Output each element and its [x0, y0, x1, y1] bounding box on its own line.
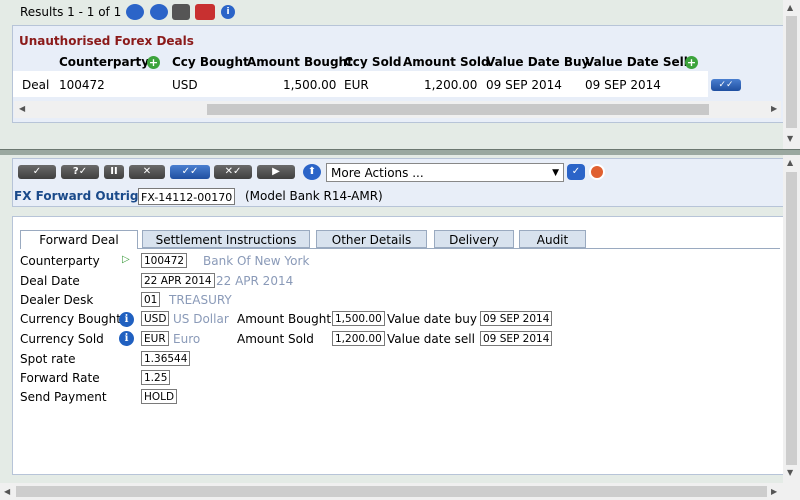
cell-counterparty: 100472	[59, 78, 105, 92]
deal-date-field[interactable]: 22 APR 2014	[141, 273, 215, 288]
scrollbar-thumb[interactable]	[207, 104, 709, 115]
record-id-field[interactable]: FX-14112-00170	[138, 188, 236, 205]
label-spot-rate: Spot rate	[20, 352, 76, 366]
tab-audit[interactable]: Audit	[519, 230, 586, 248]
more-actions-select[interactable]: More Actions ... ▼	[326, 163, 564, 182]
chevron-down-icon: ▼	[552, 168, 559, 178]
validate-button[interactable]: ?✓	[61, 165, 99, 179]
col-header-ccy-bought[interactable]: Ccy Bought	[172, 55, 249, 69]
add-icon[interactable]: +	[147, 56, 160, 69]
label-value-date-buy: Value date buy	[387, 312, 477, 326]
counterparty-field[interactable]: 100472	[141, 253, 188, 268]
scroll-left-icon[interactable]: ◀	[19, 104, 25, 113]
dealer-desk-name: TREASURY	[169, 293, 232, 307]
scroll-left-icon[interactable]: ◀	[4, 487, 10, 496]
scroll-right-icon[interactable]: ▶	[771, 487, 777, 496]
scroll-up-icon[interactable]: ▲	[787, 3, 793, 12]
col-header-ccy-sold[interactable]: Ccy Sold	[344, 55, 402, 69]
spot-rate-field[interactable]: 1.36544	[141, 351, 191, 366]
help-lifebuoy-icon[interactable]	[589, 164, 605, 180]
currency-bought-name: US Dollar	[173, 312, 229, 326]
tab-forward-deal[interactable]: Forward Deal	[20, 230, 138, 249]
cell-ccy-sold: EUR	[344, 78, 369, 92]
scrollbar-thumb[interactable]	[786, 16, 797, 128]
scroll-right-icon[interactable]: ▶	[771, 104, 777, 113]
horizontal-scrollbar[interactable]: ◀ ▶	[14, 101, 781, 118]
label-amount-bought: Amount Bought	[237, 312, 332, 326]
results-count: Results 1 - 1 of 1	[20, 5, 122, 19]
upload-icon[interactable]: ⬆	[303, 164, 321, 180]
info-icon[interactable]: i	[119, 331, 134, 346]
cell-amount-sold: 1,200.00	[424, 78, 478, 92]
col-header-counterparty[interactable]: Counterparty	[59, 55, 149, 69]
commit-button[interactable]: ✓	[18, 165, 56, 179]
col-header-amount-bought[interactable]: Amount Bought	[247, 55, 353, 69]
next-icon[interactable]	[172, 4, 190, 20]
deal-date-enrichment: 22 APR 2014	[216, 274, 294, 288]
more-actions-label: More Actions ...	[331, 166, 424, 180]
scrollbar-thumb[interactable]	[16, 486, 767, 497]
label-currency-sold: Currency Sold	[20, 332, 104, 346]
value-date-buy-field[interactable]: 09 SEP 2014	[480, 311, 553, 326]
cell-ccy-bought: USD	[172, 78, 198, 92]
label-value-date-sell: Value date sell	[387, 332, 475, 346]
toolbox-icon[interactable]	[195, 4, 215, 20]
cell-value-date-buy: 09 SEP 2014	[486, 78, 562, 92]
form-title: FX Forward Outright	[14, 189, 153, 203]
dealer-desk-field[interactable]: 01	[141, 292, 161, 307]
tab-settlement-instructions[interactable]: Settlement Instructions	[142, 230, 310, 248]
unauthorised-deals-panel: Unauthorised Forex Deals Counterparty + …	[12, 25, 784, 123]
value-date-sell-field[interactable]: 09 SEP 2014	[480, 331, 553, 346]
refresh-icon[interactable]	[126, 4, 144, 20]
scroll-down-icon[interactable]: ▼	[787, 134, 793, 143]
amount-sold-field[interactable]: 1,200.00	[332, 331, 385, 346]
info-icon[interactable]: i	[119, 312, 134, 327]
currency-sold-name: Euro	[173, 332, 201, 346]
info-icon[interactable]: i	[221, 5, 235, 19]
forward-rate-field[interactable]: 1.25	[141, 370, 171, 385]
reverse-button[interactable]: ✕✓	[214, 165, 252, 179]
amount-bought-field[interactable]: 1,500.00	[332, 311, 385, 326]
scrollbar-thumb[interactable]	[786, 172, 797, 465]
drilldown-icon[interactable]: ▷	[122, 254, 130, 265]
tab-delivery[interactable]: Delivery	[434, 230, 514, 248]
currency-bought-field[interactable]: USD	[141, 311, 170, 326]
label-currency-bought: Currency Bought	[20, 312, 121, 326]
currency-sold-field[interactable]: EUR	[141, 331, 169, 346]
counterparty-name: Bank Of New York	[203, 254, 310, 268]
col-header-amount-sold[interactable]: Amount Sold	[403, 55, 490, 69]
tab-other-details[interactable]: Other Details	[316, 230, 427, 248]
scroll-up-icon[interactable]: ▲	[787, 158, 793, 167]
label-send-payment: Send Payment	[20, 390, 107, 404]
search-icon[interactable]	[150, 4, 168, 20]
label-forward-rate: Forward Rate	[20, 371, 100, 385]
col-header-value-date-buy[interactable]: Value Date Buy	[486, 55, 589, 69]
label-dealer-desk: Dealer Desk	[20, 293, 94, 307]
scroll-down-icon[interactable]: ▼	[787, 468, 793, 477]
authorise-button[interactable]: ✓✓	[711, 79, 741, 91]
cell-amount-bought: 1,500.00	[283, 78, 337, 92]
col-header-value-date-sell[interactable]: Value Date Sell	[585, 55, 688, 69]
cell-value-date-sell: 09 SEP 2014	[585, 78, 661, 92]
send-payment-field[interactable]: HOLD	[141, 389, 178, 404]
label-counterparty: Counterparty	[20, 254, 100, 268]
label-deal-date: Deal Date	[20, 274, 80, 288]
copy-button[interactable]: ▶	[257, 165, 295, 179]
model-label: (Model Bank R14-AMR)	[245, 189, 383, 203]
authorise-button[interactable]: ✓✓	[170, 165, 210, 179]
hold-button[interactable]: II	[104, 165, 124, 179]
label-amount-sold: Amount Sold	[237, 332, 314, 346]
delete-button[interactable]: ✕	[129, 165, 165, 179]
row-label: Deal	[22, 78, 50, 92]
add-icon[interactable]: +	[685, 56, 698, 69]
go-button[interactable]: ✓	[567, 164, 585, 180]
panel-title: Unauthorised Forex Deals	[19, 34, 194, 48]
